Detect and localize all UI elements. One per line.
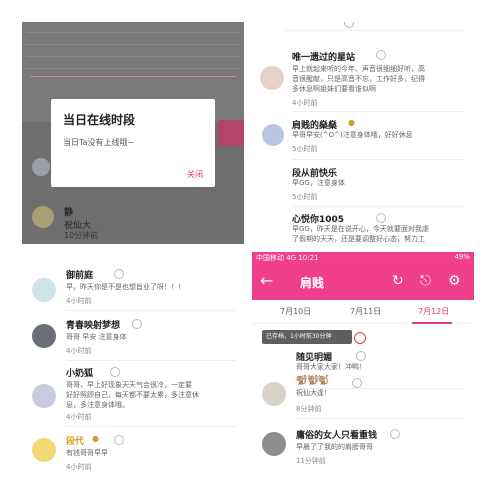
online-time-screen: 静 祝仙大 10分钟前 当日在线时段 当日Ta没有上线哦~ 关闭 — [22, 22, 244, 244]
status-left: 中国移动 4G 10:21 — [256, 254, 319, 262]
commenter-name: 唯一遗过的星站 — [292, 53, 356, 63]
comment-time: 4小时前 — [66, 297, 92, 305]
comment-text: 早GG，昨天是在说开心，今天就要面对我虔 了假期的天天，还是要调整好心态，努力工 — [292, 225, 429, 243]
comment-text: 有钱哥哥早早 — [66, 449, 108, 457]
avatar — [260, 66, 284, 90]
comment-text: 祝仙大逢！ — [296, 389, 331, 397]
avatar — [262, 432, 286, 456]
comment-text: 哥哥大家大家！冲鸭！ — [296, 363, 366, 371]
page-title: 肩贱 — [300, 276, 325, 290]
like-icon[interactable] — [114, 269, 124, 279]
like-icon[interactable] — [376, 213, 386, 223]
comment-time: 4小时前 — [292, 99, 318, 107]
comment-time: 10分钟前 — [64, 231, 99, 240]
commenter-name: 小奶狐 — [66, 369, 94, 379]
active-tab-indicator — [412, 322, 452, 324]
comment-time: 8分钟前 — [296, 405, 322, 413]
comment-time: 4小时前 — [66, 347, 92, 355]
comment-time: 5小时前 — [292, 193, 318, 201]
avatar — [32, 206, 54, 228]
status-bar: 中国移动 4G 10:21 49% — [252, 252, 474, 264]
commenter-name: 段代 — [66, 437, 85, 447]
comment-time: 4小时前 — [66, 413, 92, 421]
comment-time: 4小时前 — [66, 463, 92, 471]
comment-list: 御前庭 早，昨天你是不是也想旨业了呀！！！ 4小时前 青春映射梦想 哥哥 早安 … — [22, 252, 244, 474]
dialog-message: 当日Ta没有上线哦~ — [63, 138, 135, 147]
date-tabs: 7月10日 7月11日 7月12日 — [252, 300, 474, 324]
like-icon[interactable] — [376, 50, 386, 60]
chart-axis — [30, 76, 236, 77]
like-icon[interactable] — [344, 22, 354, 28]
like-icon[interactable] — [390, 429, 400, 439]
avatar — [262, 124, 284, 146]
avatar — [32, 384, 56, 408]
avatar — [32, 278, 56, 302]
like-icon[interactable] — [110, 367, 120, 377]
commenter-name: 静 — [64, 208, 74, 218]
like-icon[interactable] — [114, 435, 124, 445]
dialog-title: 当日在线时段 — [63, 113, 136, 127]
commenter-name: 青春映射梦想 — [66, 321, 121, 331]
like-icon[interactable] — [352, 378, 362, 388]
follow-button[interactable] — [218, 120, 244, 146]
gear-icon[interactable]: ⚙ — [448, 273, 461, 289]
comment-text: 哥哥，早上好现象天天气会很冷，一定要 好好照顾自己，每天都不要太累，多注意休 息… — [66, 381, 199, 409]
commenter-name: 🐒🐒🐒 — [296, 376, 330, 386]
comment-time: 11分钟前 — [296, 457, 326, 465]
comment-list: 唯一遗过的星站 早上就起来听的今年、声音很细细好听，高 音很醒献，只是高音不忘，… — [252, 22, 474, 244]
level-badge-icon: ● — [348, 118, 355, 127]
commenter-name: 庸俗的女人只看重钱 — [296, 431, 378, 441]
refresh-icon[interactable]: ↻ — [392, 273, 404, 289]
comment-text: 早晨了了我的的肩膀哥哥 — [296, 443, 373, 451]
comment-text: 早GG，注意身体 — [292, 179, 345, 187]
vip-badge-icon: ● — [92, 434, 99, 443]
avatar — [32, 438, 56, 462]
commenter-name: 御前庭 — [66, 271, 94, 281]
share-icon[interactable]: ⎋ — [420, 273, 431, 289]
battery-level: 49% — [454, 253, 470, 261]
app-bar: ← 肩贱 ↻ ⎋ ⚙ — [252, 264, 474, 300]
comment-text: 早上就起来听的今年、声音很细细好听，高 音很醒献，只是高音不忘，工作好多，纪得 … — [292, 65, 425, 93]
tab-date[interactable]: 7月10日 — [280, 306, 311, 317]
online-time-dialog: 当日在线时段 当日Ta没有上线哦~ 关闭 — [51, 99, 215, 187]
comment-text: 早哥早安(^O^)注意身体哦，好好休息 — [292, 131, 413, 139]
like-icon[interactable] — [132, 319, 142, 329]
avatar — [32, 158, 50, 176]
tab-date[interactable]: 7月11日 — [350, 306, 381, 317]
comment-text: 哥哥 早安 注意身体 — [66, 333, 127, 341]
back-arrow-icon[interactable]: ← — [260, 272, 273, 290]
weibo-icon[interactable] — [354, 332, 366, 344]
avatar — [32, 324, 56, 348]
comment-time: 5小时前 — [292, 145, 318, 153]
celebrity-comments-screen: 中国移动 4G 10:21 49% ← 肩贱 ↻ ⎋ ⚙ 7月10日 7月11日… — [252, 252, 474, 474]
close-button[interactable]: 关闭 — [187, 169, 203, 180]
tab-date-active[interactable]: 7月12日 — [418, 306, 449, 317]
avatar — [262, 382, 286, 406]
like-icon[interactable] — [356, 351, 366, 361]
comment-text: 早，昨天你是不是也想旨业了呀！！！ — [66, 283, 185, 291]
toast-message: 已存档，1小时前30分钟 — [262, 330, 352, 344]
